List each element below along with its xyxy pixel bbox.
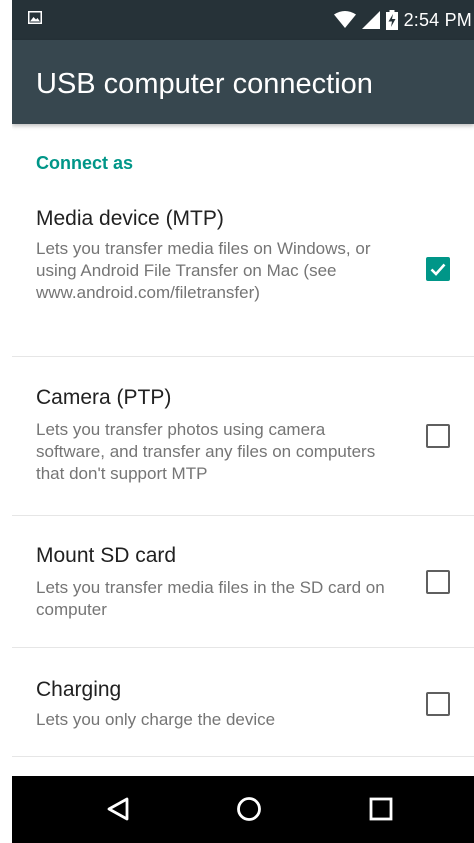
option-title: Mount SD card — [36, 544, 177, 567]
option-mount-sd-card[interactable]: Mount SD card Lets you transfer media fi… — [12, 516, 474, 647]
page-title: USB computer connection — [36, 68, 373, 100]
recents-icon[interactable] — [366, 794, 396, 824]
section-header: Connect as — [36, 153, 134, 173]
app-bar: USB computer connection — [12, 40, 474, 124]
check-icon — [430, 263, 446, 276]
camera-checkbox[interactable] — [426, 424, 450, 448]
option-description: Lets you transfer media files in the SD … — [36, 578, 385, 619]
wifi-icon — [333, 11, 356, 28]
signal-icon — [361, 11, 380, 29]
status-bar: 2:54 PM — [12, 0, 474, 40]
back-icon[interactable] — [103, 794, 133, 824]
battery-charging-icon — [385, 10, 398, 30]
option-media-device[interactable]: Media device (MTP) Lets you transfer med… — [12, 190, 474, 356]
screen: 2:54 PM USB computer connection Connect … — [12, 0, 474, 843]
option-description: Lets you transfer media files on Windows… — [36, 239, 371, 302]
mount-sd-card-checkbox[interactable] — [426, 570, 450, 594]
option-title: Media device (MTP) — [36, 207, 224, 230]
image-notification-icon — [28, 11, 42, 24]
media-device-checkbox[interactable] — [426, 257, 450, 281]
divider — [12, 756, 474, 757]
charging-checkbox[interactable] — [426, 692, 450, 716]
option-description: Lets you transfer photos using camera so… — [36, 420, 376, 483]
navigation-bar — [12, 776, 474, 843]
option-description: Lets you only charge the device — [36, 710, 276, 729]
option-title: Charging — [36, 678, 122, 701]
option-charging[interactable]: Charging Lets you only charge the device — [12, 648, 474, 756]
option-camera[interactable]: Camera (PTP) Lets you transfer photos us… — [12, 357, 474, 515]
home-icon[interactable] — [234, 794, 264, 824]
status-time: 2:54 PM — [403, 9, 472, 30]
option-title: Camera (PTP) — [36, 386, 172, 409]
